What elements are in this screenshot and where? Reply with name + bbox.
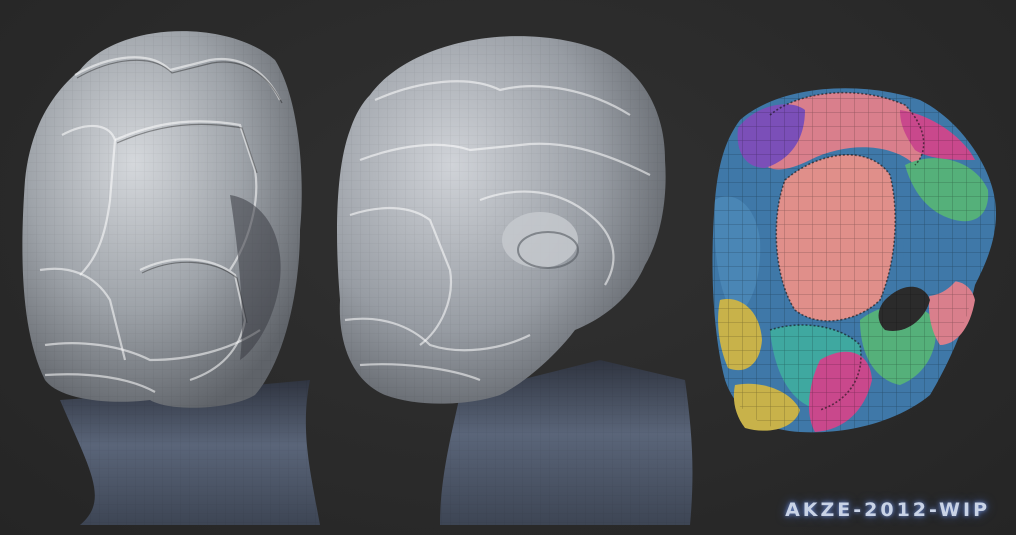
render-canvas: AKZE-2012-WIP (0, 0, 1016, 535)
helmet-renders (22, 31, 996, 525)
watermark-text: AKZE-2012-WIP (785, 499, 990, 521)
ear-bulge (502, 212, 578, 268)
uv-polygroup-view (712, 88, 996, 433)
front-three-quarter-view (22, 31, 320, 525)
side-view (337, 36, 693, 525)
